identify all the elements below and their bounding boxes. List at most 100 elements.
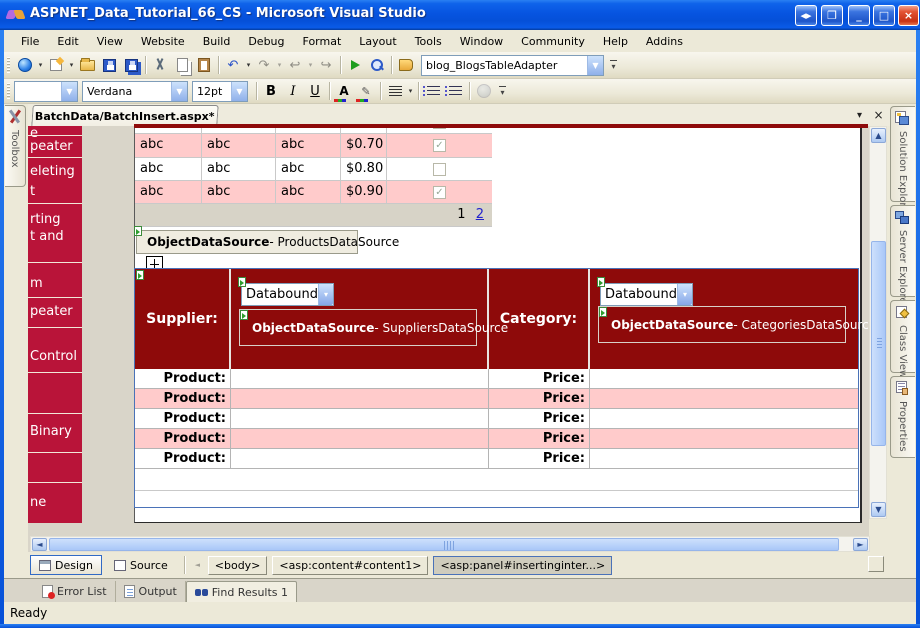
tag-nav-content[interactable]: <asp:content#content1> xyxy=(272,556,428,575)
solution-explorer-tab[interactable]: Solution Explorer xyxy=(890,106,915,202)
tag-nav-back-icon[interactable]: ◄ xyxy=(193,561,202,569)
close-button[interactable]: × xyxy=(898,5,919,26)
menu-help[interactable]: Help xyxy=(594,33,637,50)
design-view-button[interactable]: Design xyxy=(30,555,102,575)
redo-dropdown[interactable]: ▾ xyxy=(275,61,284,69)
underline-button[interactable]: U xyxy=(304,81,326,102)
scroll-left-icon[interactable]: ◄ xyxy=(32,538,47,551)
nav-item-fragment[interactable]: rting xyxy=(30,212,61,227)
smart-tag-icon[interactable] xyxy=(136,270,144,280)
paste-button[interactable] xyxy=(193,55,215,76)
toolbar-grip[interactable] xyxy=(7,57,10,73)
menu-tools[interactable]: Tools xyxy=(406,33,451,50)
menu-window[interactable]: Window xyxy=(451,33,512,50)
menu-debug[interactable]: Debug xyxy=(239,33,293,50)
checkbox[interactable] xyxy=(433,163,446,176)
hyperlink-button[interactable] xyxy=(473,81,495,102)
checkbox[interactable]: ✓ xyxy=(433,186,446,199)
navigate-back-dropdown[interactable]: ▾ xyxy=(306,61,315,69)
foreground-color-button[interactable]: A xyxy=(333,81,355,102)
toolbar-overflow-button[interactable]: ▾ xyxy=(608,56,619,74)
toolbox-tab[interactable]: Toolbox xyxy=(5,105,26,187)
nav-item-fragment[interactable]: peater xyxy=(30,139,73,154)
close-document-icon[interactable]: × xyxy=(871,109,886,123)
inserting-interface-panel[interactable]: Supplier: Databound ▾ ObjectDataSource -… xyxy=(134,268,859,508)
scroll-down-icon[interactable]: ▼ xyxy=(871,502,886,517)
toolbar-overflow-button[interactable]: ▾ xyxy=(497,82,508,100)
open-file-button[interactable] xyxy=(76,55,98,76)
find-in-files-button[interactable] xyxy=(366,55,388,76)
chevron-down-icon[interactable]: ▾ xyxy=(677,284,692,305)
products-datasource-control[interactable]: ObjectDataSource - ProductsDataSource xyxy=(136,230,358,254)
error-list-tab[interactable]: Error List xyxy=(34,581,116,602)
output-tab[interactable]: Output xyxy=(116,581,186,602)
class-view-tab[interactable]: Class View xyxy=(890,300,915,373)
tag-nav-panel[interactable]: <asp:panel#insertinginter...> xyxy=(433,556,612,575)
font-combobox[interactable]: Verdana ▼ xyxy=(82,81,188,102)
menu-website[interactable]: Website xyxy=(132,33,194,50)
splitter-button[interactable] xyxy=(868,556,884,572)
save-all-button[interactable] xyxy=(120,55,142,76)
scroll-up-icon[interactable]: ▲ xyxy=(871,128,886,143)
categories-dropdownlist[interactable]: Databound ▾ xyxy=(600,283,693,306)
scroll-right-icon[interactable]: ► xyxy=(853,538,868,551)
add-item-dropdown[interactable]: ▾ xyxy=(67,61,76,69)
menu-view[interactable]: View xyxy=(88,33,132,50)
style-combobox[interactable]: ▼ xyxy=(14,81,78,102)
properties-tab[interactable]: Properties xyxy=(890,376,915,458)
cut-button[interactable] xyxy=(149,55,171,76)
toolbar-grip[interactable] xyxy=(7,83,10,99)
horizontal-scrollbar[interactable]: ◄ ► xyxy=(30,536,870,552)
checkbox[interactable]: ✓ xyxy=(433,139,446,152)
nav-item-fragment[interactable]: t xyxy=(30,184,35,199)
combo-dropdown-icon[interactable]: ▼ xyxy=(61,82,77,101)
navigate-back-button[interactable]: ↩ xyxy=(284,55,306,76)
find-results-tab[interactable]: Find Results 1 xyxy=(186,581,297,602)
italic-button[interactable]: I xyxy=(282,81,304,102)
alignment-button[interactable] xyxy=(384,81,406,102)
nav-item-fragment[interactable]: t and xyxy=(30,229,64,244)
addin-button[interactable] xyxy=(395,55,417,76)
add-item-button[interactable] xyxy=(45,55,67,76)
copy-button[interactable] xyxy=(171,55,193,76)
pager-page-link[interactable]: 2 xyxy=(476,207,484,222)
start-debugging-button[interactable] xyxy=(344,55,366,76)
vertical-scroll-thumb[interactable] xyxy=(871,241,886,446)
tab-list-dropdown-icon[interactable]: ▾ xyxy=(852,109,867,123)
undo-button[interactable]: ↶ xyxy=(222,55,244,76)
undo-dropdown[interactable]: ▾ xyxy=(244,61,253,69)
save-button[interactable] xyxy=(98,55,120,76)
smart-tag-icon[interactable] xyxy=(240,310,248,320)
menu-file[interactable]: File xyxy=(12,33,48,50)
bold-button[interactable]: B xyxy=(260,81,282,102)
nav-item-fragment[interactable]: ne xyxy=(30,495,46,510)
tag-nav-body[interactable]: <body> xyxy=(208,556,268,575)
vertical-scrollbar[interactable]: ▲ ▼ xyxy=(869,126,887,519)
numbered-list-button[interactable] xyxy=(444,81,466,102)
nav-item-fragment[interactable]: m xyxy=(30,276,43,291)
navigate-forward-button[interactable]: ↪ xyxy=(315,55,337,76)
float-window-button[interactable]: ❐ xyxy=(821,5,843,26)
highlight-color-button[interactable]: ✎ xyxy=(355,81,377,102)
menu-addins[interactable]: Addins xyxy=(637,33,692,50)
combo-dropdown-icon[interactable]: ▼ xyxy=(231,82,247,101)
horizontal-scroll-thumb[interactable] xyxy=(49,538,839,551)
menu-format[interactable]: Format xyxy=(294,33,351,50)
table-adapter-combobox[interactable]: blog_BlogsTableAdapter ▼ xyxy=(421,55,604,76)
categories-datasource-control[interactable]: ObjectDataSource - CategoriesDataSource xyxy=(598,306,846,343)
font-size-combobox[interactable]: 12pt ▼ xyxy=(192,81,248,102)
suppliers-dropdownlist[interactable]: Databound ▾ xyxy=(241,283,334,306)
bullet-list-button[interactable] xyxy=(422,81,444,102)
menu-layout[interactable]: Layout xyxy=(350,33,405,50)
dock-button[interactable]: ◂▸ xyxy=(795,5,817,26)
combo-dropdown-icon[interactable]: ▼ xyxy=(587,56,603,75)
maximize-button[interactable]: □ xyxy=(873,5,895,26)
menu-build[interactable]: Build xyxy=(194,33,240,50)
title-bar[interactable]: ASPNET_Data_Tutorial_66_CS - Microsoft V… xyxy=(0,0,920,30)
menu-community[interactable]: Community xyxy=(512,33,594,50)
menu-edit[interactable]: Edit xyxy=(48,33,87,50)
checkbox[interactable] xyxy=(433,128,446,129)
minimize-button[interactable]: _ xyxy=(848,5,870,26)
smart-tag-icon[interactable] xyxy=(597,277,605,287)
chevron-down-icon[interactable]: ▾ xyxy=(318,284,333,305)
